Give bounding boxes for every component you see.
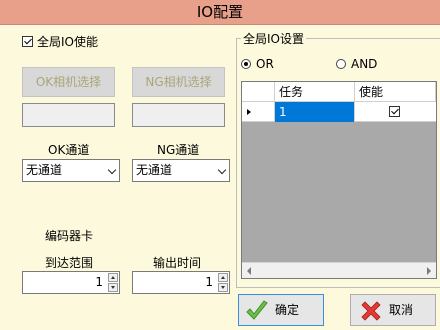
column-header-task[interactable]: 任务 — [275, 82, 355, 102]
mode-or-label: OR — [256, 57, 274, 71]
task-grid[interactable]: 任务 使能 1 — [241, 81, 437, 279]
grid-corner-header — [242, 82, 275, 102]
radio-selected-icon — [241, 59, 251, 69]
mode-and-label: AND — [351, 57, 378, 71]
scroll-right-icon[interactable] — [427, 267, 431, 275]
output-time-input[interactable]: 1 — [132, 271, 230, 294]
ok-channel-label: OK通道 — [48, 143, 90, 157]
ng-camera-textbox[interactable] — [132, 103, 225, 127]
enable-checkbox-checked-icon[interactable] — [389, 106, 400, 117]
task-cell[interactable]: 1 — [275, 102, 355, 122]
global-io-settings-title: 全局IO设置 — [241, 30, 306, 47]
scroll-left-icon[interactable] — [247, 267, 251, 275]
ng-camera-select-button[interactable]: NG相机选择 — [132, 67, 225, 97]
ok-camera-textbox[interactable] — [22, 103, 115, 127]
mode-or-radio[interactable]: OR — [241, 57, 274, 71]
arrival-range-input[interactable]: 1 — [22, 271, 120, 294]
spin-up-icon[interactable] — [218, 273, 228, 282]
ok-channel-select[interactable]: 无通道 — [22, 159, 120, 182]
chevron-down-icon — [217, 165, 227, 175]
global-io-enable-checkbox[interactable]: 全局IO使能 — [22, 33, 98, 50]
confirm-label: 确定 — [275, 303, 300, 317]
window-title: IO配置 — [196, 3, 244, 21]
cancel-label: 取消 — [389, 303, 414, 317]
spin-down-icon[interactable] — [108, 283, 118, 292]
close-icon — [361, 301, 381, 321]
row-header[interactable] — [242, 102, 275, 122]
cancel-button[interactable]: 取消 — [350, 294, 436, 326]
ok-camera-select-button[interactable]: OK相机选择 — [22, 67, 115, 97]
arrival-range-label: 到达范围 — [45, 256, 94, 270]
ng-channel-value: 无通道 — [136, 163, 173, 177]
checkmark-icon — [246, 300, 268, 320]
spin-up-icon[interactable] — [108, 273, 118, 282]
global-io-enable-label: 全局IO使能 — [37, 35, 98, 49]
output-time-label: 输出时间 — [153, 256, 202, 270]
encoder-card-label: 编码器卡 — [45, 229, 94, 243]
chevron-down-icon — [107, 165, 117, 175]
mode-and-radio[interactable]: AND — [336, 57, 377, 71]
confirm-button[interactable]: 确定 — [238, 294, 324, 326]
enable-cell[interactable] — [355, 102, 436, 122]
horizontal-scrollbar[interactable] — [242, 262, 436, 278]
arrival-range-value: 1 — [95, 275, 103, 289]
ok-channel-value: 无通道 — [26, 163, 63, 177]
ng-channel-select[interactable]: 无通道 — [132, 159, 230, 182]
radio-unselected-icon — [336, 59, 346, 69]
column-header-enable[interactable]: 使能 — [355, 82, 436, 102]
current-row-arrow-icon — [247, 109, 251, 115]
spin-down-icon[interactable] — [218, 283, 228, 292]
checkbox-checked-icon — [22, 36, 33, 47]
ng-channel-label: NG通道 — [157, 143, 200, 157]
output-time-value: 1 — [205, 275, 213, 289]
